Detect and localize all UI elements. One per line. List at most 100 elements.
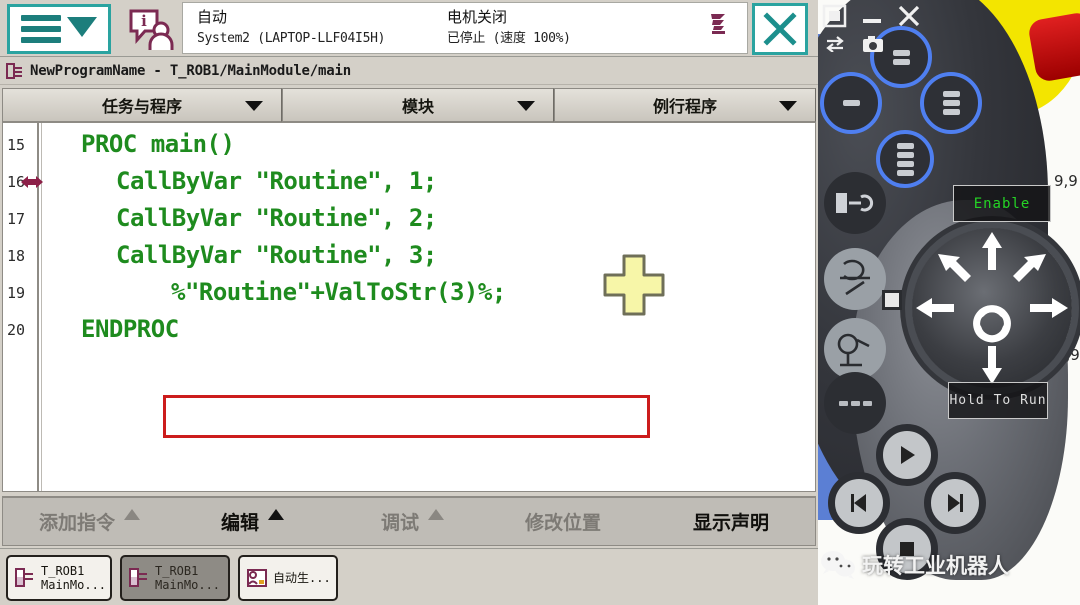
coordinate-axis-icon bbox=[834, 258, 876, 300]
taskbar-item-label: T_ROB1 MainMo... bbox=[41, 564, 106, 592]
taskbar-item-program-2[interactable]: T_ROB1 MainMo... bbox=[120, 555, 230, 601]
status-panel: 自动 System2 (LAPTOP-LLF04I5H) 电机关闭 已停止 (速… bbox=[182, 2, 748, 54]
taskbar-item-label: 自动生... bbox=[273, 571, 331, 585]
line-number: 15 bbox=[7, 136, 35, 154]
line-text: %"Routine"+ValToStr(3)%; bbox=[171, 278, 506, 306]
selector-modules[interactable]: 模块 bbox=[282, 88, 554, 122]
line-text: PROC main() bbox=[81, 130, 234, 158]
selector-row: 任务与程序 模块 例行程序 bbox=[2, 88, 816, 122]
code-line[interactable]: 15 PROC main() bbox=[3, 127, 816, 164]
button-modify-position[interactable]: 修改位置 bbox=[525, 498, 601, 544]
annotation-enable-text: Enable bbox=[974, 196, 1031, 212]
code-line[interactable]: 18 CallByVar "Routine", 3; bbox=[3, 238, 816, 275]
taskbar-item-label: T_ROB1 MainMo... bbox=[155, 564, 220, 592]
pendant-key-dash[interactable] bbox=[820, 72, 882, 134]
pendant-key-gripper[interactable] bbox=[824, 172, 886, 234]
pendant-key-coordinate[interactable] bbox=[824, 248, 886, 310]
breadcrumb: NewProgramName - T_ROB1/MainModule/main bbox=[0, 57, 818, 85]
selector-routines[interactable]: 例行程序 bbox=[554, 88, 816, 122]
info-user-icon[interactable]: i bbox=[128, 8, 174, 50]
teach-pendant-photo: E+09,9E+09 ,9E 9,9 9,9 bbox=[818, 0, 1080, 605]
execution-state-label: 已停止 (速度 100%) bbox=[447, 28, 571, 50]
caret-up-icon bbox=[268, 509, 284, 520]
close-button[interactable] bbox=[752, 3, 808, 55]
program-file-icon bbox=[6, 62, 24, 80]
line-number: 19 bbox=[7, 284, 35, 302]
button-label: 显示声明 bbox=[693, 508, 769, 535]
annotation-hold-to-run-text: Hold To Run bbox=[949, 393, 1046, 408]
dropdown-arrow-icon bbox=[245, 101, 263, 111]
button-debug[interactable]: 调试 bbox=[381, 498, 444, 544]
window-tools-overlay bbox=[822, 4, 952, 53]
swap-icon[interactable] bbox=[825, 36, 845, 52]
play-button[interactable] bbox=[876, 424, 938, 486]
step-forward-icon bbox=[942, 490, 968, 516]
step-forward-button[interactable] bbox=[924, 472, 986, 534]
execution-pointer-icon bbox=[21, 174, 43, 190]
flexpendant-ui: i 自动 System2 (LAPTOP-LLF04I5H) 电机关闭 已停止 … bbox=[0, 0, 818, 605]
dropdown-arrow-icon bbox=[779, 101, 797, 111]
breadcrumb-text: NewProgramName - T_ROB1/MainModule/main bbox=[30, 63, 351, 79]
pendant-key-three-bars[interactable] bbox=[920, 72, 982, 134]
caret-up-icon bbox=[124, 509, 140, 520]
line-number: 20 bbox=[7, 321, 35, 339]
highlight-box bbox=[163, 395, 650, 438]
selector-label: 任务与程序 bbox=[102, 93, 182, 117]
joystick-direction-arrows bbox=[906, 222, 1078, 394]
button-show-declarations[interactable]: 显示声明 bbox=[693, 498, 769, 544]
selector-label: 例行程序 bbox=[653, 93, 717, 117]
pendant-key-jog-mode[interactable] bbox=[824, 318, 886, 380]
line-number: 18 bbox=[7, 247, 35, 265]
code-line[interactable]: 17 CallByVar "Routine", 2; bbox=[3, 201, 816, 238]
watermark: 玩转工业机器人 bbox=[820, 550, 1009, 580]
background-number: 9,9 bbox=[1054, 172, 1078, 190]
button-label: 添加指令 bbox=[39, 508, 115, 535]
button-edit[interactable]: 编辑 bbox=[221, 498, 284, 544]
caret-up-icon bbox=[428, 509, 444, 520]
operating-mode-label: 自动 bbox=[197, 6, 385, 28]
production-window-icon bbox=[246, 566, 268, 590]
line-number: 17 bbox=[7, 210, 35, 228]
program-window-icon bbox=[14, 566, 36, 590]
play-icon bbox=[894, 442, 920, 468]
line-text: CallByVar "Routine", 1; bbox=[116, 167, 437, 195]
dropdown-arrow-icon bbox=[517, 101, 535, 111]
annotation-enable: Enable bbox=[953, 185, 1051, 222]
button-label: 编辑 bbox=[221, 508, 259, 535]
selector-tasks-and-programs[interactable]: 任务与程序 bbox=[2, 88, 282, 122]
close-x-icon bbox=[762, 11, 798, 47]
close-icon[interactable] bbox=[896, 4, 922, 28]
code-editor[interactable]: 15 PROC main() 16 CallByVar "Routine", 1… bbox=[2, 122, 816, 492]
taskbar: T_ROB1 MainMo... T_ROB1 MainMo... 自动生... bbox=[0, 548, 818, 605]
main-menu-button[interactable] bbox=[7, 4, 111, 54]
pendant-side-connector bbox=[882, 290, 902, 310]
svg-text:i: i bbox=[141, 12, 147, 30]
hamburger-menu-icon bbox=[21, 15, 61, 43]
line-text: CallByVar "Routine", 2; bbox=[116, 204, 437, 232]
button-add-instruction[interactable]: 添加指令 bbox=[39, 498, 140, 544]
gripper-icon bbox=[834, 187, 876, 219]
step-backward-button[interactable] bbox=[828, 472, 890, 534]
motor-state-label: 电机关闭 bbox=[447, 6, 571, 28]
maximize-icon[interactable] bbox=[822, 4, 848, 28]
annotation-hold-to-run: Hold To Run bbox=[948, 382, 1048, 419]
selector-label: 模块 bbox=[402, 93, 434, 117]
code-line[interactable]: 16 CallByVar "Routine", 1; bbox=[3, 164, 816, 201]
wechat-icon bbox=[820, 550, 856, 580]
chevron-down-icon bbox=[67, 17, 97, 37]
code-line[interactable]: 19 %"Routine"+ValToStr(3)%; bbox=[3, 275, 816, 312]
code-line[interactable]: 20 ENDPROC bbox=[3, 312, 816, 349]
button-label: 修改位置 bbox=[525, 508, 601, 535]
status-mode-group: 自动 System2 (LAPTOP-LLF04I5H) bbox=[197, 6, 385, 50]
taskbar-item-production[interactable]: 自动生... bbox=[238, 555, 338, 601]
pendant-key-four-bars[interactable] bbox=[876, 130, 934, 188]
status-motor-group: 电机关闭 已停止 (速度 100%) bbox=[447, 6, 571, 50]
taskbar-item-program-1[interactable]: T_ROB1 MainMo... bbox=[6, 555, 112, 601]
line-text: ENDPROC bbox=[81, 315, 179, 343]
header-bar: i 自动 System2 (LAPTOP-LLF04I5H) 电机关闭 已停止 … bbox=[0, 0, 818, 57]
line-text: CallByVar "Routine", 3; bbox=[116, 241, 437, 269]
program-window-icon bbox=[128, 566, 150, 590]
camera-icon[interactable] bbox=[862, 35, 884, 53]
yellow-plus-icon[interactable] bbox=[601, 252, 667, 318]
minimize-icon[interactable] bbox=[859, 4, 885, 28]
